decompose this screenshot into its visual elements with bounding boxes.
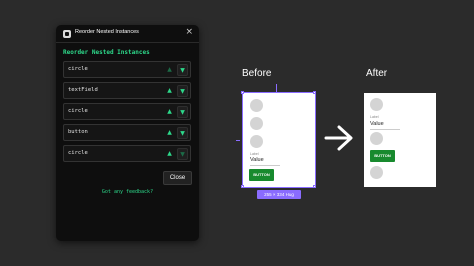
textfield-value: Value <box>250 157 264 163</box>
list-item: circle ▲ ▼ <box>63 145 191 162</box>
move-down-button[interactable]: ▼ <box>177 85 188 97</box>
size-badge: 255 × 334 Hug <box>257 190 301 199</box>
reorder-controls: ▲ ▼ <box>164 106 188 118</box>
sample-button: BUTTON <box>370 150 395 162</box>
move-up-button[interactable]: ▲ <box>164 64 175 76</box>
item-label: button <box>68 129 88 135</box>
resize-handle[interactable] <box>313 91 316 94</box>
reorder-controls: ▲ ▼ <box>164 64 188 76</box>
move-down-button[interactable]: ▼ <box>177 64 188 76</box>
move-down-button[interactable]: ▼ <box>177 148 188 160</box>
move-up-button[interactable]: ▲ <box>164 148 175 160</box>
sample-button: BUTTON <box>249 169 274 181</box>
reorder-controls: ▲ ▼ <box>164 148 188 160</box>
plugin-app-icon <box>63 30 71 38</box>
list-item: circle ▲ ▼ <box>63 61 191 78</box>
circle-placeholder <box>250 135 263 148</box>
plugin-heading: Reorder Nested Instances <box>63 49 150 56</box>
circle-placeholder <box>370 132 383 145</box>
right-arrow-icon <box>324 125 353 151</box>
item-label: textField <box>68 87 98 93</box>
move-up-button[interactable]: ▲ <box>164 127 175 139</box>
list-item: textField ▲ ▼ <box>63 82 191 99</box>
plugin-header: Reorder Nested Instances × <box>56 25 199 43</box>
textfield-underline <box>370 129 400 130</box>
item-label: circle <box>68 150 88 156</box>
selection-guide-line <box>276 84 277 93</box>
plugin-title: Reorder Nested Instances <box>75 29 139 35</box>
item-label: circle <box>68 108 88 114</box>
textfield-label: Label <box>370 115 379 119</box>
close-button[interactable]: Close <box>163 171 192 185</box>
after-title: After <box>366 68 388 79</box>
plugin-window: Reorder Nested Instances × Reorder Neste… <box>56 25 199 241</box>
move-up-button[interactable]: ▲ <box>164 106 175 118</box>
textfield-underline <box>250 165 280 166</box>
circle-placeholder <box>370 98 383 111</box>
move-down-button[interactable]: ▼ <box>177 127 188 139</box>
before-title: Before <box>242 68 272 79</box>
selection-guide-dash <box>236 140 240 141</box>
resize-handle[interactable] <box>241 91 244 94</box>
resize-handle[interactable] <box>241 185 244 188</box>
item-label: circle <box>68 66 88 72</box>
feedback-link[interactable]: Got any feedback? <box>56 189 199 195</box>
reorder-controls: ▲ ▼ <box>164 85 188 97</box>
list-item: button ▲ ▼ <box>63 124 191 141</box>
after-frame: Label Value BUTTON <box>364 93 436 187</box>
instance-list: circle ▲ ▼ textField ▲ ▼ circle ▲ ▼ butt… <box>63 61 191 166</box>
move-up-button[interactable]: ▲ <box>164 85 175 97</box>
textfield-value: Value <box>370 121 384 127</box>
circle-placeholder <box>250 99 263 112</box>
reorder-controls: ▲ ▼ <box>164 127 188 139</box>
close-icon[interactable]: × <box>185 28 193 37</box>
move-down-button[interactable]: ▼ <box>177 106 188 118</box>
circle-placeholder <box>370 166 383 179</box>
before-frame[interactable]: Label Value BUTTON <box>242 92 316 188</box>
circle-placeholder <box>250 117 263 130</box>
textfield-label: Label <box>250 152 259 156</box>
resize-handle[interactable] <box>313 185 316 188</box>
list-item: circle ▲ ▼ <box>63 103 191 120</box>
